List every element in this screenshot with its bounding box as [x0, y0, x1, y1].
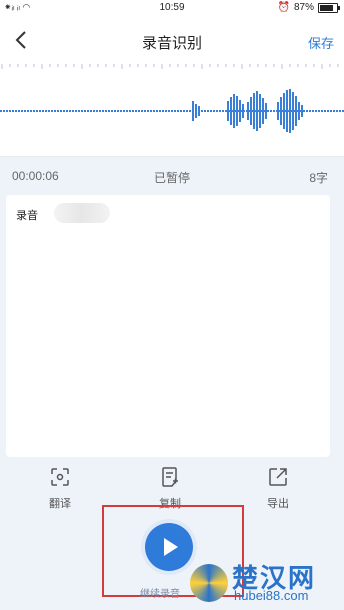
transcript-text: 录音	[16, 210, 38, 222]
word-count: 8字	[309, 171, 328, 185]
translate-label: 翻译	[49, 498, 71, 510]
waveform-panel	[0, 64, 344, 157]
status-right: ⏰ 87%	[277, 2, 340, 13]
play-button[interactable]	[145, 523, 193, 571]
nav-bar: 录音识别 保存	[0, 16, 344, 64]
translate-button[interactable]: 翻译	[30, 465, 90, 511]
watermark: 楚汉网 hubei88.com	[190, 558, 340, 608]
recording-state: 已暂停	[153, 171, 190, 185]
translate-icon	[51, 468, 69, 486]
export-icon	[269, 468, 287, 486]
blurred-text	[54, 203, 110, 223]
battery-percent: 87%	[293, 2, 314, 13]
alarm-icon: ⏰	[277, 2, 290, 13]
transcript-card[interactable]: 录音	[6, 195, 330, 457]
export-button[interactable]: 导出	[248, 465, 308, 511]
waveform	[0, 89, 344, 133]
copy-icon	[162, 467, 178, 487]
save-button[interactable]: 保存	[308, 33, 334, 52]
watermark-logo-icon	[190, 564, 228, 602]
status-bar: ⁕ᵢₗ ᵢₗ ◠ 10:59 ⏰ 87%	[0, 0, 344, 16]
page-title: 录音识别	[141, 35, 202, 52]
battery-icon	[318, 2, 340, 13]
export-label: 导出	[267, 498, 289, 510]
recording-info: 00:00:06 已暂停 8字	[0, 160, 344, 190]
watermark-url: hubei88.com	[234, 588, 309, 603]
continue-label: 继续录音	[140, 589, 180, 600]
